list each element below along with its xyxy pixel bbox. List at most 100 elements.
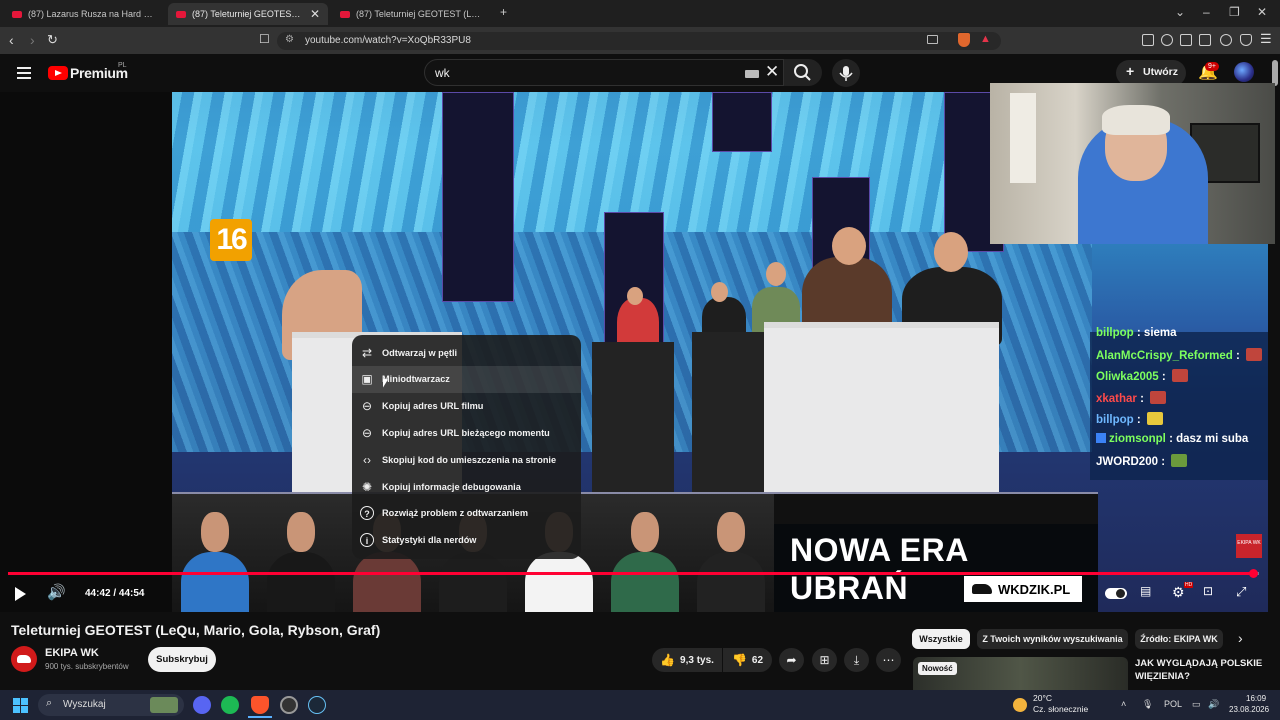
chat-separator: : [1133, 327, 1144, 339]
clear-search-icon[interactable]: ✕ [765, 62, 779, 82]
contestant-head [934, 232, 968, 272]
search-button[interactable] [784, 59, 822, 86]
context-menu-item[interactable]: ‹› Skopiuj kod do umieszczenia na stronie [352, 446, 581, 473]
studio-banner [442, 92, 514, 302]
keyboard-icon[interactable] [745, 70, 759, 78]
extensions-icon[interactable] [1142, 34, 1154, 46]
contestant-desk [764, 322, 999, 494]
brave-rewards-icon[interactable]: ▲ [980, 33, 991, 45]
subtitles-icon[interactable]: ▤ [1140, 584, 1151, 598]
chat-username[interactable]: ziomsonpl [1109, 433, 1166, 445]
wallet-icon[interactable] [1199, 34, 1211, 46]
context-menu-label: Kopiuj adres URL bieżącego momentu [382, 427, 550, 438]
autoplay-toggle[interactable] [1105, 588, 1127, 599]
context-menu-item[interactable]: ⊖ Kopiuj adres URL filmu [352, 393, 581, 420]
cast-icon[interactable] [927, 35, 938, 44]
forward-icon[interactable]: › [30, 32, 35, 48]
link-icon: ⊖ [361, 399, 373, 414]
bookmark-icon[interactable]: ☐ [259, 32, 270, 46]
account-avatar[interactable] [1234, 62, 1254, 82]
theater-mode-icon[interactable]: ⊡ [1203, 584, 1213, 598]
clock-time[interactable]: 16:09 [1246, 694, 1266, 703]
download-button[interactable]: ⤓ [844, 648, 869, 672]
ad-model-head [631, 512, 659, 552]
chat-username[interactable]: JWORD200 [1096, 456, 1158, 468]
vpn-shield-icon[interactable] [1240, 34, 1252, 46]
filter-chip-all[interactable]: Wszystkie [912, 629, 970, 649]
context-menu-item[interactable]: ? Rozwiąż problem z odtwarzaniem [352, 500, 581, 527]
tab-list-icon[interactable]: ⌄ [1175, 5, 1185, 19]
tray-overflow-icon[interactable]: ˄ [1121, 699, 1126, 709]
chat-username[interactable]: Oliwka2005 [1096, 371, 1159, 383]
discord-icon[interactable] [193, 696, 211, 714]
media-icon[interactable] [1161, 34, 1173, 46]
voice-search-button[interactable] [832, 59, 860, 87]
volume-tray-icon[interactable]: 🔊 [1208, 699, 1219, 710]
volume-icon[interactable]: 🔊 [47, 583, 66, 601]
save-button[interactable]: ⊞ [812, 648, 837, 672]
hamburger-menu-icon[interactable] [17, 67, 31, 79]
taskbar-search[interactable]: ⌕ Wyszukaj [38, 694, 184, 716]
channel-avatar[interactable] [11, 646, 37, 672]
chat-username[interactable]: billpop [1096, 327, 1134, 339]
settings-gear-icon[interactable]: ⚙ [1172, 584, 1185, 601]
recommendation-title[interactable]: JAK WYGLĄDAJĄ POLSKIE WIĘZIENIA? [1135, 657, 1265, 683]
like-button[interactable]: 👍 9,3 tys. [652, 648, 722, 672]
windows-taskbar: ⌕ Wyszukaj 20°C Cz. słonecznie ˄ 🎙 POL ▭… [0, 690, 1280, 720]
chat-username[interactable]: AlanMcCrispy_Reformed [1096, 350, 1233, 362]
close-tab-icon[interactable]: ✕ [310, 7, 320, 21]
clock-date[interactable]: 23.08.2026 [1229, 705, 1269, 714]
browser-tab-3[interactable]: (87) Teleturniej GEOTEST (LeQu, Mari [332, 3, 492, 25]
obs-icon[interactable] [280, 696, 298, 714]
chat-username[interactable]: xkathar [1096, 393, 1137, 405]
channel-name[interactable]: EKIPA WK [45, 647, 99, 659]
search-input[interactable]: wk ✕ [424, 59, 784, 86]
age-rating-badge: 16 [210, 219, 252, 261]
new-tab-button[interactable]: + [500, 5, 507, 19]
sidebar-icon[interactable] [1180, 34, 1192, 46]
microphone-tray-icon[interactable]: 🎙 [1142, 699, 1153, 710]
context-menu-item[interactable]: ⊖ Kopiuj adres URL bieżącego momentu [352, 419, 581, 446]
browser-tab-1[interactable]: (87) Lazarus Rusza na Hard Model Th [4, 3, 164, 25]
channel-watermark[interactable]: EKIPA WK [1236, 534, 1262, 558]
weather-temperature: 20°C [1033, 693, 1052, 703]
browser-menu-icon[interactable]: ☰ [1260, 31, 1272, 47]
network-icon[interactable]: ▭ [1192, 699, 1201, 710]
maximize-icon[interactable]: ❐ [1229, 5, 1240, 19]
browser-tab-2[interactable]: (87) Teleturniej GEOTEST (LeQu, Ma ✕ [168, 3, 328, 25]
progress-bar[interactable] [8, 569, 1259, 578]
brave-shield-icon[interactable] [958, 33, 970, 47]
more-actions-button[interactable]: ⋯ [876, 648, 901, 672]
taskbar-search-label: Wyszukaj [63, 699, 106, 710]
fullscreen-icon[interactable]: ⤢ [1236, 584, 1246, 600]
url-field[interactable]: ⚙ youtube.com/watch?v=XoQbR33PU8 [277, 32, 1001, 50]
weather-sun-icon[interactable] [1013, 698, 1027, 712]
context-menu-item[interactable]: ⇄ Odtwarzaj w pętli [352, 339, 581, 366]
download-icon: ⤓ [853, 653, 860, 667]
filter-chip-source[interactable]: Źródło: EKIPA WK [1135, 629, 1223, 649]
context-menu-item[interactable]: i Statystyki dla nerdów [352, 527, 581, 554]
youtube-logo-icon[interactable] [48, 66, 68, 80]
subscribe-button[interactable]: Subskrybuj [148, 647, 216, 672]
stream-chat-overlay: billpop : siema AlanMcCrispy_Reformed : O… [1090, 327, 1268, 480]
dislike-button[interactable]: 👎 62 [723, 648, 772, 672]
reload-icon[interactable]: ↻ [47, 32, 58, 48]
spotify-icon[interactable] [221, 696, 239, 714]
chat-message: AlanMcCrispy_Reformed : [1096, 348, 1262, 362]
minimize-icon[interactable]: – [1203, 5, 1210, 19]
steam-icon[interactable] [308, 696, 326, 714]
chat-username[interactable]: billpop [1096, 414, 1134, 426]
site-info-icon[interactable]: ⚙ [285, 34, 294, 45]
brave-browser-icon[interactable] [251, 696, 269, 714]
filter-chip-search-results[interactable]: Z Twoich wyników wyszukiwania [977, 629, 1128, 649]
context-menu-item[interactable]: ✺ Kopiuj informacje debugowania [352, 473, 581, 500]
close-window-icon[interactable]: ✕ [1257, 5, 1267, 19]
play-button[interactable] [15, 587, 26, 601]
windows-start-icon[interactable] [13, 698, 28, 713]
language-indicator[interactable]: POL [1164, 699, 1182, 709]
chevron-right-icon[interactable]: › [1238, 630, 1243, 646]
webcam-background-curtain [1010, 93, 1036, 183]
leo-ai-icon[interactable] [1220, 34, 1232, 46]
share-button[interactable]: ➦ [779, 648, 804, 672]
back-icon[interactable]: ‹ [9, 32, 14, 48]
